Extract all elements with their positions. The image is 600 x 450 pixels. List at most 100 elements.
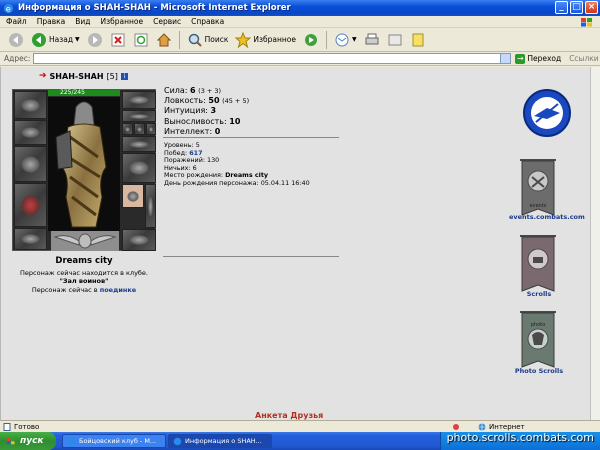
ie-icon: e — [3, 3, 14, 13]
search-button[interactable]: Поиск — [185, 32, 231, 48]
ie-icon — [173, 437, 182, 445]
events-caption: events — [529, 203, 547, 209]
events-link[interactable]: events.combats.com — [509, 213, 585, 221]
globe-icon — [478, 423, 486, 430]
back-dropdown-icon[interactable]: ▼ — [75, 36, 80, 43]
close-button[interactable]: × — [585, 1, 598, 14]
info-birthday: День рождения персонажа: 05.04.11 16:40 — [164, 178, 310, 187]
equipment-slot-earring[interactable] — [122, 91, 156, 109]
events-banner-icon[interactable] — [518, 159, 558, 219]
equipment-slot-ring-1[interactable] — [122, 123, 133, 135]
location-room: "Зал воинов" — [59, 277, 109, 285]
wings-emblem-icon — [51, 231, 119, 251]
back-arrow-icon — [9, 32, 23, 47]
status-zone: Интернет — [478, 423, 525, 431]
forward-arrow-icon — [87, 32, 102, 47]
forward-button[interactable] — [85, 32, 105, 48]
taskbar-item-club[interactable]: Бойцовский клуб - M... — [62, 434, 166, 448]
windows-flag-icon — [581, 18, 592, 27]
minimize-button[interactable]: _ — [555, 1, 568, 14]
vertical-scrollbar[interactable] — [590, 67, 600, 420]
warrior-figure-icon — [48, 97, 120, 231]
scrolls-link[interactable]: Scrolls — [512, 290, 566, 298]
favorites-label: Избранное — [253, 35, 296, 44]
battle-link[interactable]: поединке — [100, 286, 136, 294]
equipment-slot-gloves[interactable] — [122, 136, 156, 152]
equipment-slot-boots[interactable] — [122, 229, 156, 251]
character-avatar — [48, 97, 120, 231]
back-green-icon — [32, 32, 46, 47]
messenger-button[interactable] — [408, 32, 428, 48]
windows-flag-icon — [6, 438, 15, 445]
print-button[interactable] — [362, 32, 382, 48]
menu-view[interactable]: Вид — [75, 17, 90, 26]
star-icon — [235, 31, 252, 48]
status-ready-text: Готово — [14, 422, 40, 431]
equipment-slot-weapon[interactable] — [14, 146, 47, 182]
status-zone-text: Интернет — [489, 422, 525, 431]
back-label: Назад — [49, 35, 74, 44]
menu-edit[interactable]: Правка — [37, 17, 66, 26]
location-city: Dreams city — [55, 256, 113, 266]
club-logo-icon[interactable] — [522, 86, 572, 141]
favorites-button[interactable]: Избранное — [233, 31, 298, 48]
equipment-slot-leggings[interactable] — [145, 184, 156, 228]
title-bar: e Информация о SHAH-SHAH - Microsoft Int… — [0, 0, 600, 16]
address-label: Адрес: — [4, 54, 31, 63]
equipment-slot-ring-3[interactable] — [146, 123, 156, 135]
links-button[interactable]: Ссылки — [569, 54, 598, 63]
arrow-icon: ➔ — [39, 71, 47, 81]
equipment-slot-belt[interactable] — [14, 228, 47, 250]
address-input[interactable] — [33, 53, 512, 64]
battle-status: Персонаж сейчас в поединке — [1, 286, 167, 294]
equipment-slot-amulet[interactable] — [122, 110, 156, 122]
start-label: пуск — [20, 436, 44, 446]
equipment-slot-pet[interactable] — [122, 184, 144, 208]
start-button[interactable]: пуск — [0, 432, 56, 450]
stop-icon — [111, 33, 125, 46]
ie-icon — [67, 437, 76, 445]
equipment-slot-bracers[interactable] — [14, 120, 47, 145]
refresh-button[interactable] — [131, 32, 151, 48]
stat-strength: Сила: 6 (3 + 3) — [164, 86, 222, 95]
info-icon[interactable]: i — [120, 72, 128, 80]
page-icon — [3, 422, 11, 431]
taskbar-item-info[interactable]: Информация о SHAH... — [168, 434, 272, 448]
edit-page-icon — [388, 34, 402, 45]
maximize-button[interactable]: □ — [570, 1, 583, 14]
equipment-slot-ring-2[interactable] — [134, 123, 145, 135]
search-icon — [188, 33, 202, 47]
back-nav-button[interactable]: Назад ▼ — [29, 32, 82, 48]
mail-button[interactable]: ▼ — [332, 32, 359, 48]
equipment-slot-offhand[interactable] — [122, 153, 156, 183]
stat-intuition: Интуиция: 3 — [164, 106, 217, 116]
stop-button[interactable] — [108, 32, 128, 48]
edit-button[interactable] — [385, 32, 405, 48]
equipment-slot-helmet[interactable] — [14, 91, 47, 119]
photo-caption: photo — [530, 322, 546, 328]
media-button[interactable] — [301, 32, 321, 48]
info-divider — [163, 256, 339, 257]
back-button[interactable] — [6, 32, 26, 48]
mail-icon — [335, 33, 349, 46]
mail-dropdown-icon[interactable]: ▼ — [352, 36, 357, 43]
hp-value: 225/245 — [60, 89, 85, 96]
window-title: Информация о SHAH-SHAH - Microsoft Inter… — [18, 3, 291, 13]
menu-tools[interactable]: Сервис — [153, 17, 181, 26]
scrolls-banner-icon[interactable] — [518, 235, 558, 295]
menu-favorites[interactable]: Избранное — [101, 17, 144, 26]
go-arrow-icon: → — [515, 53, 526, 64]
go-button[interactable]: → Переход — [515, 53, 561, 64]
equipment-slot-armor[interactable] — [14, 183, 47, 227]
address-dropdown-icon[interactable] — [500, 54, 511, 63]
toolbar-separator — [178, 30, 180, 49]
note-icon — [412, 33, 424, 46]
photo-scrolls-link[interactable]: Photo Scrolls — [506, 367, 572, 375]
toolbar-separator — [326, 30, 327, 49]
home-button[interactable] — [154, 32, 174, 48]
address-bar: Адрес: → Переход Ссылки — [0, 52, 600, 66]
menu-file[interactable]: Файл — [6, 17, 27, 26]
printer-icon — [365, 33, 379, 44]
menu-help[interactable]: Справка — [191, 17, 224, 26]
photo-scrolls-banner-icon[interactable] — [518, 311, 558, 371]
